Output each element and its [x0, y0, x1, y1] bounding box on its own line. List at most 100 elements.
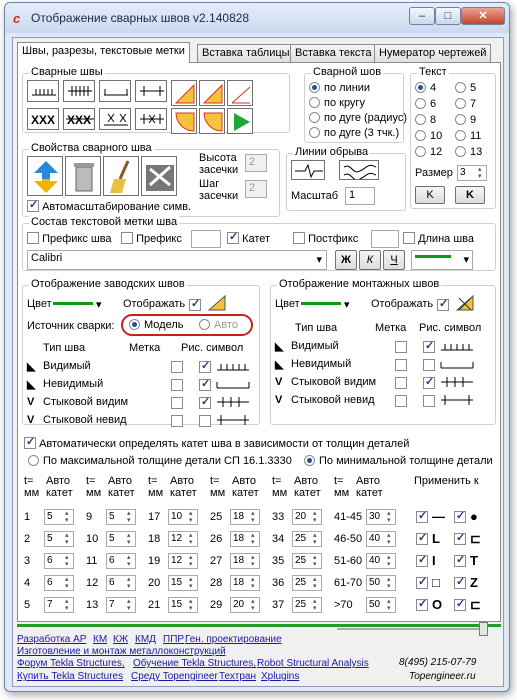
- leg-spinner[interactable]: 6: [106, 575, 136, 591]
- link-forum[interactable]: Форум Tekla Structures,: [17, 658, 125, 669]
- weld-x-button[interactable]: [99, 108, 131, 130]
- symbol-checkbox[interactable]: [423, 375, 435, 389]
- leg-spinner[interactable]: 7: [106, 597, 136, 613]
- leg-spinner[interactable]: 6: [106, 553, 136, 569]
- weld-type-arc-3pt[interactable]: по дуге (3 тчк.): [309, 127, 399, 139]
- weld-xxx-button[interactable]: XXX: [27, 108, 59, 130]
- auto-scale-checkbox[interactable]: Автомасштабирование симв.: [27, 198, 191, 213]
- leg-spinner[interactable]: 50: [366, 575, 396, 591]
- bold-button[interactable]: Ж: [335, 250, 357, 270]
- weld-angle-button[interactable]: [227, 80, 253, 106]
- minimize-button[interactable]: –: [409, 7, 435, 25]
- link-km[interactable]: КМ: [93, 634, 107, 645]
- leg-spinner[interactable]: 15: [168, 575, 198, 591]
- mount-color-select[interactable]: ▾: [301, 298, 350, 311]
- link-kzh[interactable]: КЖ: [113, 634, 128, 645]
- mark-checkbox[interactable]: [395, 377, 407, 389]
- scale-input[interactable]: 1: [345, 187, 375, 205]
- apply-checkbox[interactable]: [454, 575, 466, 589]
- leg-spinner[interactable]: 20: [292, 509, 322, 525]
- apply-checkbox[interactable]: [416, 553, 428, 567]
- leg-spinner[interactable]: 7: [44, 597, 74, 613]
- link-robot[interactable]: Robot Structural Analysis: [257, 658, 369, 669]
- symbol-checkbox[interactable]: [423, 395, 435, 407]
- max-thickness-radio[interactable]: По максимальной толщине детали СП 16.1.3…: [28, 455, 292, 467]
- weld-type-circle[interactable]: по кругу: [309, 97, 365, 109]
- weld-corner3-button[interactable]: [171, 108, 197, 134]
- apply-checkbox[interactable]: [416, 531, 428, 545]
- weld-visible-button[interactable]: [27, 80, 59, 102]
- mark-checkbox[interactable]: [171, 379, 183, 391]
- weld-corner4-button[interactable]: [199, 108, 225, 134]
- link-training[interactable]: Обучение Tekla Structures,: [133, 658, 256, 669]
- leg-spinner[interactable]: 25: [292, 597, 322, 613]
- prefix-checkbox[interactable]: Префикс: [121, 232, 182, 245]
- text-size-8[interactable]: 8: [415, 114, 436, 126]
- weld-type-line[interactable]: по линии: [309, 82, 370, 94]
- source-model-radio[interactable]: Модель: [129, 319, 183, 331]
- link-topengineer[interactable]: Среду Topengineer: [131, 671, 218, 682]
- prefix-input[interactable]: [191, 230, 221, 248]
- symbol-checkbox[interactable]: [199, 395, 211, 409]
- weld-butt2-button[interactable]: [135, 80, 167, 102]
- leg-spinner[interactable]: 50: [366, 597, 396, 613]
- link-ppr[interactable]: ППР: [163, 634, 184, 645]
- k-button[interactable]: K: [415, 186, 445, 204]
- tab-table[interactable]: Вставка таблицы: [197, 44, 295, 62]
- link-techtran[interactable]: Техтран: [219, 671, 256, 682]
- mark-checkbox[interactable]: [171, 415, 183, 427]
- mark-checkbox[interactable]: [171, 361, 183, 373]
- leg-spinner[interactable]: 5: [44, 509, 74, 525]
- mount-show-checkbox[interactable]: [437, 297, 449, 311]
- factory-show-checkbox[interactable]: [189, 297, 201, 311]
- leg-spinner[interactable]: 25: [292, 553, 322, 569]
- apply-checkbox[interactable]: [416, 597, 428, 611]
- close-button[interactable]: ✕: [461, 7, 505, 25]
- apply-checkbox[interactable]: [454, 509, 466, 523]
- leg-spinner[interactable]: 25: [292, 531, 322, 547]
- link-ar[interactable]: Разработка АР: [17, 634, 86, 645]
- apply-checkbox[interactable]: [416, 509, 428, 523]
- swap-arrows-button[interactable]: [27, 156, 63, 196]
- leg-spinner[interactable]: 20: [230, 597, 260, 613]
- leg-spinner[interactable]: 30: [366, 509, 396, 525]
- symbol-checkbox[interactable]: [423, 339, 435, 353]
- font-select[interactable]: Calibri ▾: [27, 250, 327, 270]
- leg-checkbox[interactable]: Катет: [227, 230, 270, 245]
- weld-xxx2-button[interactable]: XXX: [63, 108, 95, 130]
- apply-checkbox[interactable]: [454, 597, 466, 611]
- text-size-9[interactable]: 9: [455, 114, 476, 126]
- leg-spinner[interactable]: 18: [230, 553, 260, 569]
- source-auto-radio[interactable]: Авто: [199, 319, 238, 331]
- leg-spinner[interactable]: 18: [230, 509, 260, 525]
- leg-spinner[interactable]: 5: [106, 509, 136, 525]
- link-kmd[interactable]: КМД: [135, 634, 156, 645]
- symbol-checkbox[interactable]: [199, 359, 211, 373]
- text-size-4[interactable]: 4: [415, 82, 436, 94]
- mark-checkbox[interactable]: [395, 395, 407, 407]
- postfix-checkbox[interactable]: Постфикс: [293, 232, 358, 245]
- auto-leg-checkbox[interactable]: Автоматически определять катет шва в зав…: [24, 435, 409, 450]
- underline-button[interactable]: Ч: [383, 250, 405, 270]
- slider-thumb[interactable]: [479, 622, 488, 636]
- clean-button[interactable]: [103, 156, 139, 196]
- size-spinner[interactable]: 3: [457, 165, 487, 181]
- weld-corner1-button[interactable]: [171, 80, 197, 106]
- symbol-checkbox[interactable]: [199, 377, 211, 391]
- leg-spinner[interactable]: 12: [168, 531, 198, 547]
- weld-butt-button[interactable]: [99, 80, 131, 102]
- text-size-10[interactable]: 10: [415, 130, 442, 142]
- mark-checkbox[interactable]: [395, 341, 407, 353]
- text-size-6[interactable]: 6: [415, 98, 436, 110]
- link-xplugins[interactable]: Xplugins: [261, 671, 299, 682]
- leg-spinner[interactable]: 40: [366, 531, 396, 547]
- weld-run-button[interactable]: [227, 108, 253, 134]
- leg-spinner[interactable]: 15: [168, 597, 198, 613]
- step-input[interactable]: 2: [245, 180, 267, 198]
- text-size-13[interactable]: 13: [455, 146, 482, 158]
- text-size-5[interactable]: 5: [455, 82, 476, 94]
- length-checkbox[interactable]: Длина шва: [403, 232, 474, 245]
- link-gen[interactable]: Ген. проектирование: [185, 634, 282, 645]
- postfix-input[interactable]: [371, 230, 399, 248]
- leg-spinner[interactable]: 6: [44, 553, 74, 569]
